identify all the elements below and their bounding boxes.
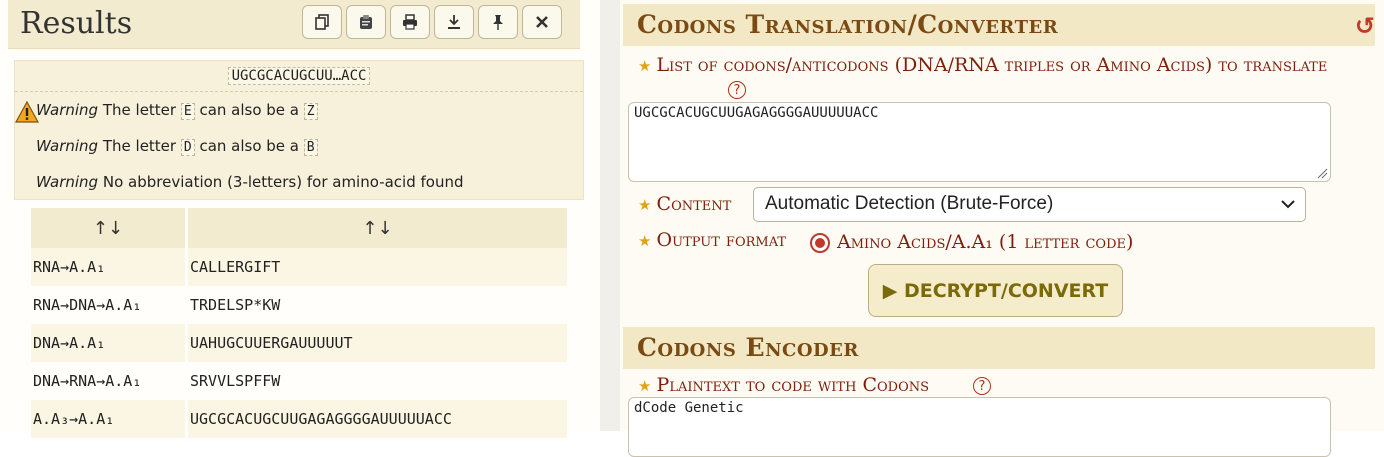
- results-header: Results: [8, 0, 580, 49]
- warning-label: Warning: [36, 137, 99, 155]
- results-table: ↑↓ ↑↓ RNA→A.A₁ CALLERGIFT RNA→DNA→A.A₁ T…: [28, 208, 570, 438]
- encoder-header: Codons Encoder: [623, 327, 1375, 369]
- warning-label: Warning: [36, 173, 99, 191]
- warning-text: The letter: [102, 101, 181, 119]
- input-preview[interactable]: UGCGCACUGCUU…ACC: [227, 67, 371, 85]
- output-option-label[interactable]: Amino Acids/A.A₁ (1 letter code): [837, 231, 1133, 253]
- download-icon: [448, 15, 460, 29]
- input-preview-row: UGCGCACUGCUU…ACC: [15, 61, 583, 92]
- required-star-icon: ★: [638, 57, 652, 75]
- clipboard-button[interactable]: [346, 5, 386, 39]
- content-select[interactable]: Automatic Detection (Brute-Force): [753, 187, 1306, 222]
- table-row: RNA→DNA→A.A₁ TRDELSP*KW: [31, 286, 567, 324]
- clipboard-icon: [360, 15, 372, 29]
- table-cell-result[interactable]: UGCGCACUGCUUGAGAGGGGAUUUUUACC: [188, 400, 567, 438]
- table-cell-result[interactable]: SRVVLSPFFW: [188, 362, 567, 400]
- translator-title: Codons Translation/Converter: [637, 10, 1059, 39]
- sort-column-header[interactable]: ↑↓: [188, 208, 567, 248]
- warning-text: can also be a: [194, 137, 304, 155]
- plaintext-input[interactable]: dCode Genetic: [628, 397, 1331, 457]
- letter-chip: B: [303, 139, 318, 156]
- panel-divider: [600, 0, 620, 431]
- resize-grip-icon[interactable]: [1316, 167, 1328, 179]
- encoder-title: Codons Encoder: [637, 333, 859, 362]
- warning-label: Warning: [36, 101, 99, 119]
- required-star-icon: ★: [638, 196, 652, 214]
- table-row: DNA→RNA→A.A₁ SRVVLSPFFW: [31, 362, 567, 400]
- output-format-label: Output format: [656, 229, 787, 251]
- letter-chip: D: [180, 139, 195, 156]
- letter-chip: E: [180, 103, 195, 120]
- table-row: A.A₃→A.A₁ UGCGCACUGCUUGAGAGGGGAUUUUUACC: [31, 400, 567, 438]
- codon-list-label-row: ★ List of codons/anticodons (DNA/RNA tri…: [638, 52, 1338, 80]
- copy-button[interactable]: [302, 5, 342, 39]
- print-icon: [403, 14, 417, 30]
- table-cell-result[interactable]: CALLERGIFT: [188, 248, 567, 286]
- required-star-icon: ★: [638, 377, 652, 395]
- letter-chip: Z: [303, 103, 318, 120]
- close-button[interactable]: [522, 5, 562, 39]
- results-panel: Results UGCGCACUGCUU…ACC Warning The let…: [0, 0, 600, 438]
- reset-icon[interactable]: ↺: [1355, 12, 1375, 40]
- table-cell-method: A.A₃→A.A₁: [31, 400, 185, 438]
- warning-text: The letter: [102, 137, 181, 155]
- help-icon[interactable]: ?: [728, 81, 746, 99]
- decrypt-convert-button[interactable]: ▶ DECRYPT/CONVERT: [868, 264, 1123, 317]
- codon-input[interactable]: UGCGCACUGCUUGAGAGGGGAUUUUUACC: [628, 102, 1331, 182]
- content-label-row: ★ Content: [638, 193, 731, 215]
- results-title: Results: [20, 6, 133, 41]
- close-icon: [536, 16, 548, 28]
- content-selected-value: Automatic Detection (Brute-Force): [765, 193, 1054, 214]
- codon-list-label: List of codons/anticodons (DNA/RNA tripl…: [656, 54, 1328, 76]
- table-cell-method: RNA→A.A₁: [31, 248, 185, 286]
- pin-button[interactable]: [478, 5, 518, 39]
- output-format-radio[interactable]: [810, 233, 830, 253]
- required-star-icon: ★: [638, 232, 652, 250]
- output-option-row: Amino Acids/A.A₁ (1 letter code): [837, 231, 1133, 253]
- print-button[interactable]: [390, 5, 430, 39]
- pin-icon: [493, 15, 503, 30]
- plaintext-label-row: ★ Plaintext to code with Codons: [638, 374, 929, 396]
- plaintext-label: Plaintext to code with Codons: [656, 374, 930, 396]
- warning-text: No abbreviation (3-letters) for amino-ac…: [102, 173, 464, 191]
- output-format-label-row: ★ Output format: [638, 229, 786, 251]
- chevron-down-icon: [1281, 200, 1295, 209]
- table-row: DNA→A.A₁ UAHUGCUUERGAUUUUUT: [31, 324, 567, 362]
- table-cell-method: DNA→RNA→A.A₁: [33, 372, 142, 390]
- warning-line: Warning No abbreviation (3-letters) for …: [36, 173, 464, 191]
- warning-line: Warning The letter D can also be a B: [36, 137, 318, 156]
- translator-header: Codons Translation/Converter ↺: [623, 4, 1375, 46]
- table-cell-method: DNA→A.A₁: [31, 324, 185, 362]
- tools-panel: Codons Translation/Converter ↺ ★ List of…: [620, 0, 1384, 457]
- warning-line: Warning The letter E can also be a Z: [36, 101, 318, 120]
- download-button[interactable]: [434, 5, 474, 39]
- content-label: Content: [656, 193, 732, 215]
- help-icon[interactable]: ?: [973, 377, 991, 395]
- copy-icon: [315, 14, 329, 30]
- table-row: RNA→A.A₁ CALLERGIFT: [31, 248, 567, 286]
- warning-text: can also be a: [194, 101, 304, 119]
- table-cell-result[interactable]: TRDELSP*KW: [188, 286, 567, 324]
- table-cell-result[interactable]: UAHUGCUUERGAUUUUUT: [188, 324, 567, 362]
- sort-column-header[interactable]: ↑↓: [31, 208, 185, 248]
- table-cell-method: RNA→DNA→A.A₁: [33, 296, 142, 314]
